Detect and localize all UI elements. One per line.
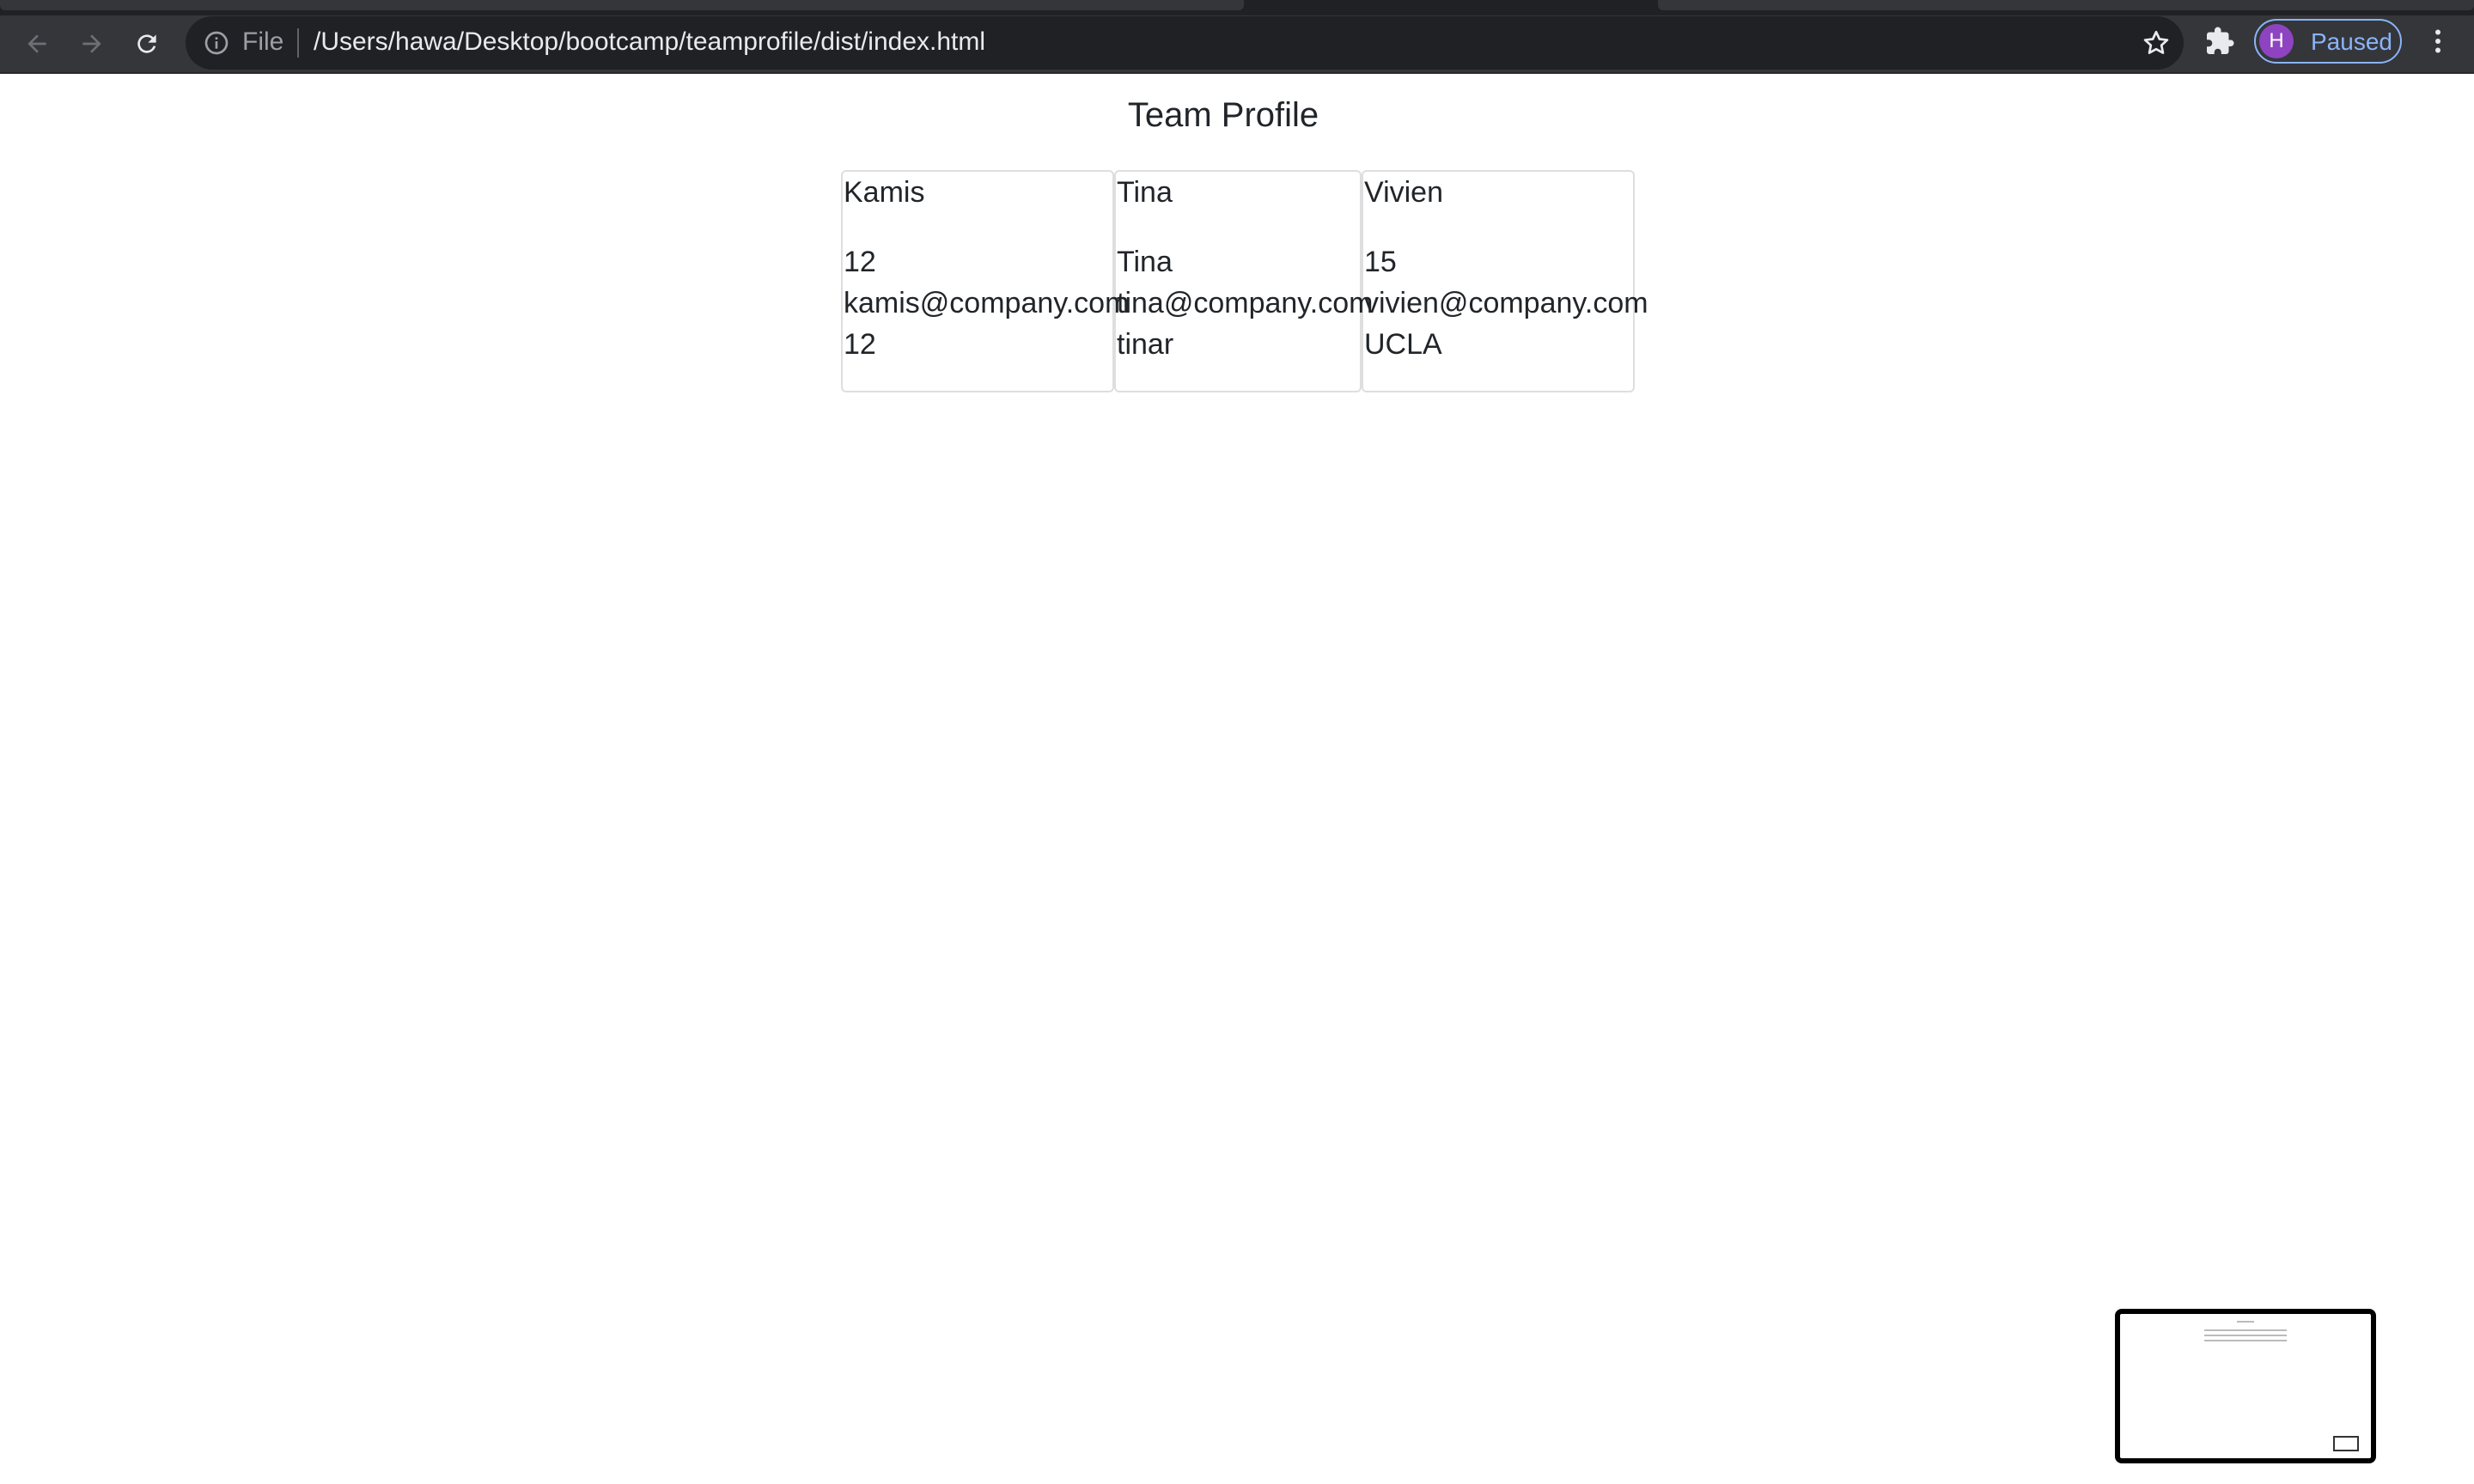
tab-strip [0, 0, 2474, 15]
pip-line [2204, 1340, 2287, 1341]
employee-card: Kamis 12 kamis@company.com 12 [841, 170, 1130, 392]
employee-detail: tinar [1117, 328, 1174, 361]
employee-name: Vivien [1364, 176, 1443, 209]
pip-line [2204, 1335, 2287, 1336]
address-bar[interactable]: File /Users/hawa/Desktop/bootcamp/teampr… [186, 16, 2184, 70]
reload-button[interactable] [127, 24, 167, 64]
team-cards: Kamis 12 kamis@company.com 12 Tina Tina … [841, 170, 1648, 392]
kebab-menu-icon[interactable] [2422, 26, 2453, 57]
employee-name: Tina [1117, 176, 1173, 209]
tab-left[interactable] [0, 0, 1244, 10]
profile-status-label: Paused [2311, 28, 2392, 55]
employee-name: Kamis [844, 176, 925, 209]
employee-detail: 12 [844, 328, 876, 361]
reload-icon [137, 34, 156, 53]
scheme-label: File [242, 27, 284, 56]
omnibox-divider [297, 28, 299, 58]
forward-arrow-icon [82, 34, 101, 53]
employee-card: Vivien 15 vivien@company.com UCLA [1362, 170, 1648, 392]
employee-email: kamis@company.com [844, 287, 1130, 319]
employee-email: tina@company.com [1117, 287, 1374, 319]
employee-email: vivien@company.com [1364, 287, 1648, 319]
pip-thumbnail[interactable] [2115, 1309, 2376, 1463]
employee-id: 12 [844, 246, 876, 278]
pip-expand-icon[interactable] [2333, 1436, 2359, 1451]
page-title: Team Profile [1127, 96, 1319, 134]
profile-button[interactable]: H Paused [2254, 19, 2402, 64]
extensions-puzzle-icon[interactable] [2204, 26, 2235, 57]
info-icon[interactable] [203, 29, 230, 57]
pip-line [2237, 1321, 2254, 1323]
employee-id: Tina [1117, 246, 1173, 278]
forward-button[interactable] [72, 24, 112, 64]
browser-toolbar: File /Users/hawa/Desktop/bootcamp/teampr… [0, 15, 2474, 74]
avatar: H [2259, 24, 2294, 58]
tab-right[interactable] [1658, 0, 2474, 10]
bookmark-star-icon[interactable] [2141, 27, 2172, 58]
employee-card: Tina Tina tina@company.com tinar [1114, 170, 1374, 392]
employee-detail: UCLA [1364, 328, 1442, 361]
back-button[interactable] [17, 24, 57, 64]
url-text[interactable]: /Users/hawa/Desktop/bootcamp/teamprofile… [314, 27, 985, 57]
employee-id: 15 [1364, 246, 1397, 278]
pip-line [2204, 1329, 2287, 1331]
back-arrow-icon [27, 34, 46, 53]
